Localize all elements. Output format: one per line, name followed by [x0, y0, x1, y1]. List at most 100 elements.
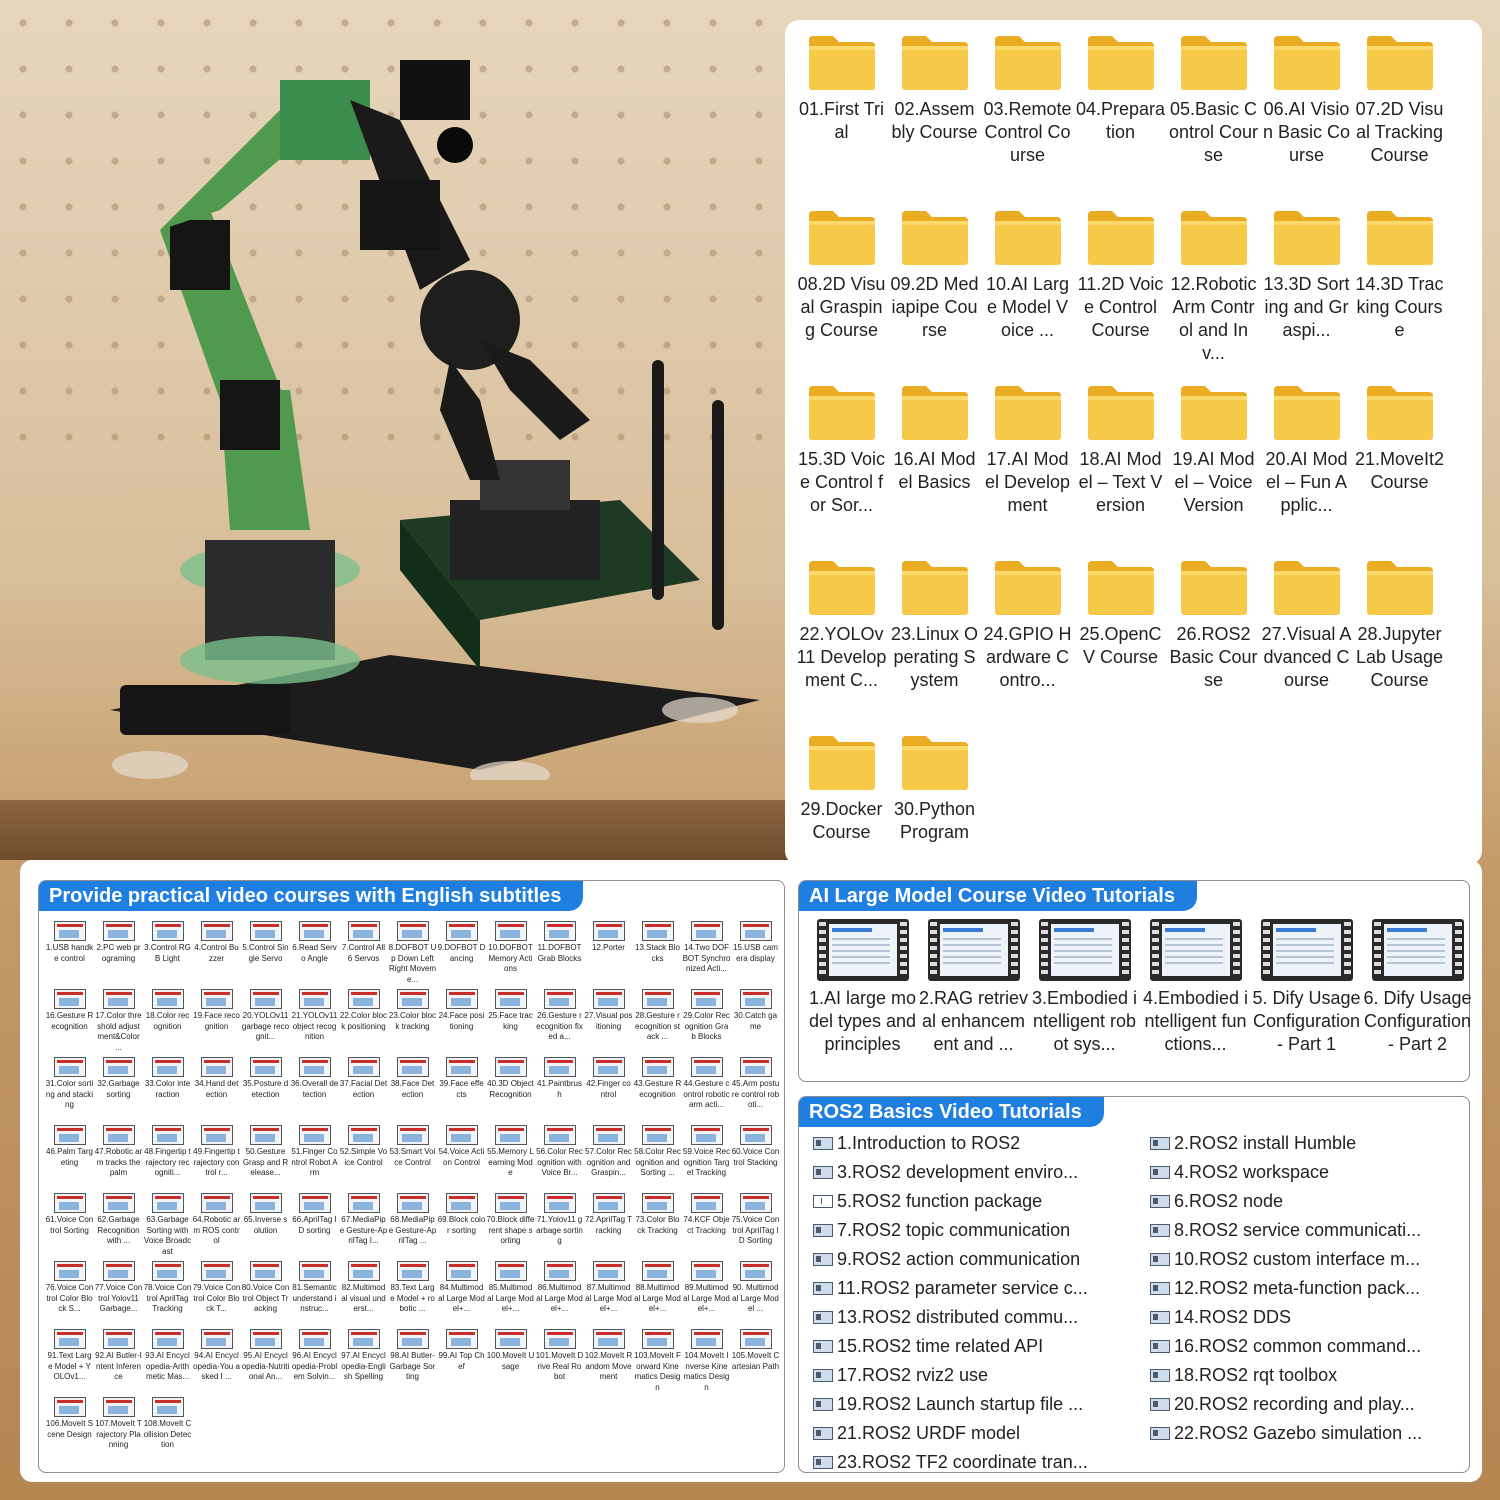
video-file-item[interactable]: 77.Voice Control Yolov11 Garbage...	[94, 1261, 143, 1325]
folder-item[interactable]: 02.Assembly Course	[888, 32, 981, 201]
folder-item[interactable]: 06.AI Vision Basic Course	[1260, 32, 1353, 201]
video-file-item[interactable]: 32.Garbage sorting	[94, 1057, 143, 1121]
ros2-video-item[interactable]: 22.ROS2 Gazebo simulation ...	[1150, 1419, 1463, 1448]
video-file-item[interactable]: 43.Gesture Recognition	[633, 1057, 682, 1121]
video-file-item[interactable]: 102.MoveIt Random Movement	[584, 1329, 633, 1393]
video-file-item[interactable]: 3.Control RGB Light	[143, 921, 192, 985]
video-file-item[interactable]: 15.USB camera display	[731, 921, 780, 985]
video-file-item[interactable]: 18.Color recognition	[143, 989, 192, 1053]
ros2-video-item[interactable]: 18.ROS2 rqt toolbox	[1150, 1361, 1463, 1390]
video-file-item[interactable]: 68.MediaPipe Gesture-AprilTag ...	[388, 1193, 437, 1257]
folder-item[interactable]: 20.AI Model – Fun Applic...	[1260, 382, 1353, 551]
video-file-item[interactable]: 78.Voice Control AprilTag Tracking	[143, 1261, 192, 1325]
video-file-item[interactable]: 41.Paintbrush	[535, 1057, 584, 1121]
video-file-item[interactable]: 62.Garbage Recognition with ...	[94, 1193, 143, 1257]
ai-video-item[interactable]: 5. Dify Usage Configuration - Part 1	[1251, 919, 1362, 1056]
video-file-item[interactable]: 80.Voice Control Object Tracking	[241, 1261, 290, 1325]
video-file-item[interactable]: 5.Control Single Servo	[241, 921, 290, 985]
video-file-item[interactable]: 23.Color block tracking	[388, 989, 437, 1053]
video-file-item[interactable]: 22.Color block positioning	[339, 989, 388, 1053]
video-file-item[interactable]: 76.Voice Control Color Block S...	[45, 1261, 94, 1325]
video-file-item[interactable]: 82.Multimodal visual underst...	[339, 1261, 388, 1325]
ros2-video-item[interactable]: 11.ROS2 parameter service c...	[813, 1274, 1150, 1303]
ros2-video-item[interactable]: 23.ROS2 TF2 coordinate tran...	[813, 1448, 1150, 1477]
video-file-item[interactable]: 106.MoveIt Scene Design	[45, 1397, 94, 1461]
video-file-item[interactable]: 72.AprilTag Tracking	[584, 1193, 633, 1257]
video-file-item[interactable]: 104.MoveIt Inverse Kinematics Design	[682, 1329, 731, 1393]
video-file-item[interactable]: 55.Memory Learning Mode	[486, 1125, 535, 1189]
video-file-item[interactable]: 97.AI Encyclopedia-English Spelling	[339, 1329, 388, 1393]
video-file-item[interactable]: 81.Semantic understand instruc...	[290, 1261, 339, 1325]
ros2-video-item[interactable]: 14.ROS2 DDS	[1150, 1303, 1463, 1332]
video-file-item[interactable]: 60.Voice Control Stacking	[731, 1125, 780, 1189]
folder-item[interactable]: 10.AI Large Model Voice ...	[981, 207, 1074, 376]
video-file-item[interactable]: 9.DOFBOT Dancing	[437, 921, 486, 985]
folder-item[interactable]: 28.Jupyter Lab Usage Course	[1353, 557, 1446, 726]
video-file-item[interactable]: 50.Gesture Grasp and Release...	[241, 1125, 290, 1189]
ros2-video-item[interactable]: 19.ROS2 Launch startup file ...	[813, 1390, 1150, 1419]
video-file-item[interactable]: 83.Text Large Model + robotic ...	[388, 1261, 437, 1325]
video-file-item[interactable]: 71.Yolov11 garbage sorting	[535, 1193, 584, 1257]
video-file-item[interactable]: 75.Voice Control AprilTag ID Sorting	[731, 1193, 780, 1257]
video-file-item[interactable]: 63.Garbage Sorting with Voice Broadcast	[143, 1193, 192, 1257]
video-file-item[interactable]: 30.Catch game	[731, 989, 780, 1053]
video-file-item[interactable]: 88.Multimodal Large Model+...	[633, 1261, 682, 1325]
folder-item[interactable]: 16.AI Model Basics	[888, 382, 981, 551]
video-file-item[interactable]: 34.Hand detection	[192, 1057, 241, 1121]
video-file-item[interactable]: 87.Multimodal Large Model+...	[584, 1261, 633, 1325]
folder-item[interactable]: 22.YOLOv11 Development C...	[795, 557, 888, 726]
video-file-item[interactable]: 46.Palm Targeting	[45, 1125, 94, 1189]
video-file-item[interactable]: 11.DOFBOT Grab Blocks	[535, 921, 584, 985]
ai-video-item[interactable]: 1.AI large model types and principles	[807, 919, 918, 1056]
folder-item[interactable]: 19.AI Model – Voice Version	[1167, 382, 1260, 551]
video-file-item[interactable]: 42.Finger control	[584, 1057, 633, 1121]
ai-video-item[interactable]: 6. Dify Usage Configuration - Part 2	[1362, 919, 1473, 1056]
ros2-video-item[interactable]: 12.ROS2 meta-function pack...	[1150, 1274, 1463, 1303]
folder-item[interactable]: 14.3D Tracking Course	[1353, 207, 1446, 376]
ros2-video-item[interactable]: 13.ROS2 distributed commu...	[813, 1303, 1150, 1332]
video-file-item[interactable]: 8.DOFBOT Up Down Left Right Moveme...	[388, 921, 437, 985]
ros2-video-item[interactable]: 2.ROS2 install Humble	[1150, 1129, 1463, 1158]
video-file-item[interactable]: 29.Color Recognition Grab Blocks	[682, 989, 731, 1053]
video-file-item[interactable]: 65.Inverse solution	[241, 1193, 290, 1257]
video-file-item[interactable]: 13.Stack Blocks	[633, 921, 682, 985]
folder-item[interactable]: 18.AI Model – Text Version	[1074, 382, 1167, 551]
video-file-item[interactable]: 94.AI Encyclopedia-You asked I ...	[192, 1329, 241, 1393]
video-file-item[interactable]: 45.Arm posture control roboti...	[731, 1057, 780, 1121]
ros2-video-item[interactable]: 3.ROS2 development enviro...	[813, 1158, 1150, 1187]
folder-item[interactable]: 24.GPIO Hardware Contro...	[981, 557, 1074, 726]
folder-item[interactable]: 11.2D Voice Control Course	[1074, 207, 1167, 376]
video-file-item[interactable]: 10.DOFBOT Memory Actions	[486, 921, 535, 985]
video-file-item[interactable]: 98.AI Butler-Garbage Sorting	[388, 1329, 437, 1393]
folder-item[interactable]: 21.MoveIt2 Course	[1353, 382, 1446, 551]
video-file-item[interactable]: 35.Posture detection	[241, 1057, 290, 1121]
video-file-item[interactable]: 52.Simple Voice Control	[339, 1125, 388, 1189]
folder-item[interactable]: 04.Preparation	[1074, 32, 1167, 201]
video-file-item[interactable]: 96.AI Encyclopedia-Problem Solvin...	[290, 1329, 339, 1393]
video-file-item[interactable]: 67.MediaPipe Gesture-AprilTag I...	[339, 1193, 388, 1257]
folder-item[interactable]: 03.Remote Control Course	[981, 32, 1074, 201]
video-file-item[interactable]: 64.Robotic arm ROS control	[192, 1193, 241, 1257]
video-file-item[interactable]: 84.Multimodal Large Model+...	[437, 1261, 486, 1325]
video-file-item[interactable]: 25.Face tracking	[486, 989, 535, 1053]
video-file-item[interactable]: 33.Color interaction	[143, 1057, 192, 1121]
ros2-video-item[interactable]: 9.ROS2 action communication	[813, 1245, 1150, 1274]
video-file-item[interactable]: 49.Fingertip trajectory control r...	[192, 1125, 241, 1189]
video-file-item[interactable]: 37.Facial Detection	[339, 1057, 388, 1121]
video-file-item[interactable]: 79.Voice Control Color Block T...	[192, 1261, 241, 1325]
video-file-item[interactable]: 61.Voice Control Sorting	[45, 1193, 94, 1257]
video-file-item[interactable]: 92.AI Butler-Intent Inference	[94, 1329, 143, 1393]
video-file-item[interactable]: 27.Visual positioning	[584, 989, 633, 1053]
video-file-item[interactable]: 31.Color sorting and stacking	[45, 1057, 94, 1121]
video-file-item[interactable]: 24.Face positioning	[437, 989, 486, 1053]
folder-item[interactable]: 27.Visual Advanced Course	[1260, 557, 1353, 726]
video-file-item[interactable]: 1.USB handke control	[45, 921, 94, 985]
ros2-video-item[interactable]: 6.ROS2 node	[1150, 1187, 1463, 1216]
video-file-item[interactable]: 28.Gesture recognition stack ...	[633, 989, 682, 1053]
video-file-item[interactable]: 14.Two DOFBOT Synchronized Acti...	[682, 921, 731, 985]
ros2-video-item[interactable]: 20.ROS2 recording and play...	[1150, 1390, 1463, 1419]
ai-video-item[interactable]: 4.Embodied intelligent functions...	[1140, 919, 1251, 1056]
video-file-item[interactable]: 48.Fingertip trajectory recogniti...	[143, 1125, 192, 1189]
video-file-item[interactable]: 38.Face Detection	[388, 1057, 437, 1121]
video-file-item[interactable]: 108.MoveIt Collision Detection	[143, 1397, 192, 1461]
